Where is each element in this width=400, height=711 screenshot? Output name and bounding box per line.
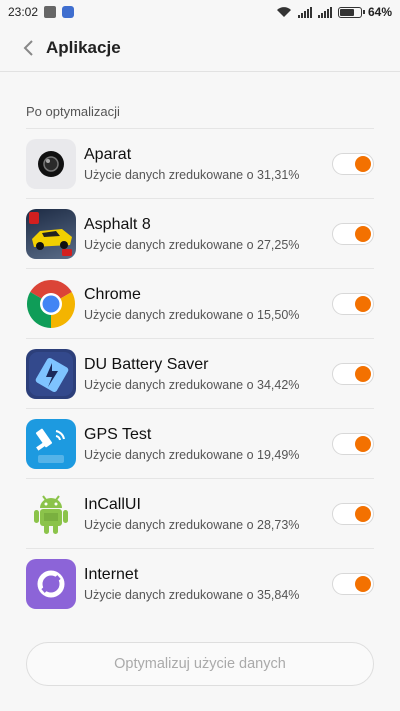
- toggle-knob: [355, 575, 371, 592]
- row-text: Chrome Użycie danych zredukowane o 15,50…: [84, 285, 332, 322]
- row-text: InCallUI Użycie danych zredukowane o 28,…: [84, 495, 332, 532]
- list-item[interactable]: GPS Test Użycie danych zredukowane o 19,…: [26, 408, 374, 478]
- optimize-button[interactable]: Optymalizuj użycie danych: [26, 642, 374, 686]
- asphalt-icon: [26, 208, 76, 259]
- toggle-switch[interactable]: [332, 222, 374, 245]
- status-left: 23:02: [8, 5, 75, 19]
- toggle-knob: [355, 435, 371, 452]
- signal-icon-2: [317, 6, 332, 18]
- page-title: Aplikacje: [46, 37, 121, 57]
- toggle-switch[interactable]: [332, 362, 374, 385]
- back-button[interactable]: [16, 36, 40, 60]
- notification-icon: [44, 6, 57, 18]
- battery-icon: [337, 6, 365, 18]
- section-label: Po optymalizacji: [26, 104, 120, 119]
- app-detail: Użycie danych zredukowane o 31,31%: [84, 168, 300, 182]
- gps-icon: [26, 418, 76, 469]
- app-detail: Użycie danych zredukowane o 28,73%: [84, 518, 300, 532]
- header: Aplikacje: [0, 24, 400, 72]
- app-name: GPS Test: [84, 426, 152, 443]
- app-detail: Użycie danych zredukowane o 27,25%: [84, 238, 300, 252]
- status-right: 64%: [276, 5, 392, 19]
- toggle-knob: [355, 225, 371, 242]
- toggle-knob: [355, 295, 371, 312]
- app-list: Aparat Użycie danych zredukowane o 31,31…: [0, 128, 400, 618]
- list-item[interactable]: Aparat Użycie danych zredukowane o 31,31…: [26, 128, 374, 198]
- android-icon: [26, 489, 76, 539]
- list-item[interactable]: Internet Użycie danych zredukowane o 35,…: [26, 548, 374, 618]
- chrome-icon: [26, 279, 76, 329]
- toggle-knob: [355, 365, 371, 382]
- signal-icon-1: [297, 6, 312, 18]
- app-detail: Użycie danych zredukowane o 15,50%: [84, 308, 300, 322]
- app-detail: Użycie danych zredukowane o 19,49%: [84, 448, 300, 462]
- toggle-knob: [355, 505, 371, 522]
- app-name: InCallUI: [84, 496, 141, 513]
- toggle-switch[interactable]: [332, 292, 374, 315]
- app-detail: Użycie danych zredukowane o 34,42%: [84, 378, 300, 392]
- toggle-switch[interactable]: [332, 432, 374, 455]
- toggle-switch[interactable]: [332, 572, 374, 595]
- battery-saver-icon: [26, 348, 76, 399]
- row-text: Aparat Użycie danych zredukowane o 31,31…: [84, 145, 332, 182]
- list-item[interactable]: DU Battery Saver Użycie danych zredukowa…: [26, 338, 374, 408]
- app-name: Internet: [84, 566, 139, 583]
- row-text: Asphalt 8 Użycie danych zredukowane o 27…: [84, 215, 332, 252]
- list-item[interactable]: InCallUI Użycie danych zredukowane o 28,…: [26, 478, 374, 548]
- battery-percent: 64%: [367, 5, 392, 19]
- list-item[interactable]: Chrome Użycie danych zredukowane o 15,50…: [26, 268, 374, 338]
- row-text: GPS Test Użycie danych zredukowane o 19,…: [84, 425, 332, 462]
- status-bar: 23:02 64%: [0, 0, 400, 24]
- status-time: 23:02: [8, 5, 39, 19]
- app-name: Aparat: [84, 146, 132, 163]
- app-name: Asphalt 8: [84, 216, 151, 233]
- app-notification-icon: [62, 6, 75, 18]
- chevron-left-icon: [23, 39, 33, 56]
- toggle-switch[interactable]: [332, 502, 374, 525]
- internet-icon: [26, 558, 76, 609]
- toggle-knob: [355, 155, 371, 172]
- app-name: Chrome: [84, 286, 141, 303]
- toggle-switch[interactable]: [332, 152, 374, 175]
- row-text: Internet Użycie danych zredukowane o 35,…: [84, 565, 332, 602]
- app-detail: Użycie danych zredukowane o 35,84%: [84, 588, 300, 602]
- camera-icon: [26, 138, 76, 189]
- app-name: DU Battery Saver: [84, 356, 209, 373]
- row-text: DU Battery Saver Użycie danych zredukowa…: [84, 355, 332, 392]
- list-item[interactable]: Asphalt 8 Użycie danych zredukowane o 27…: [26, 198, 374, 268]
- wifi-icon: [276, 7, 291, 17]
